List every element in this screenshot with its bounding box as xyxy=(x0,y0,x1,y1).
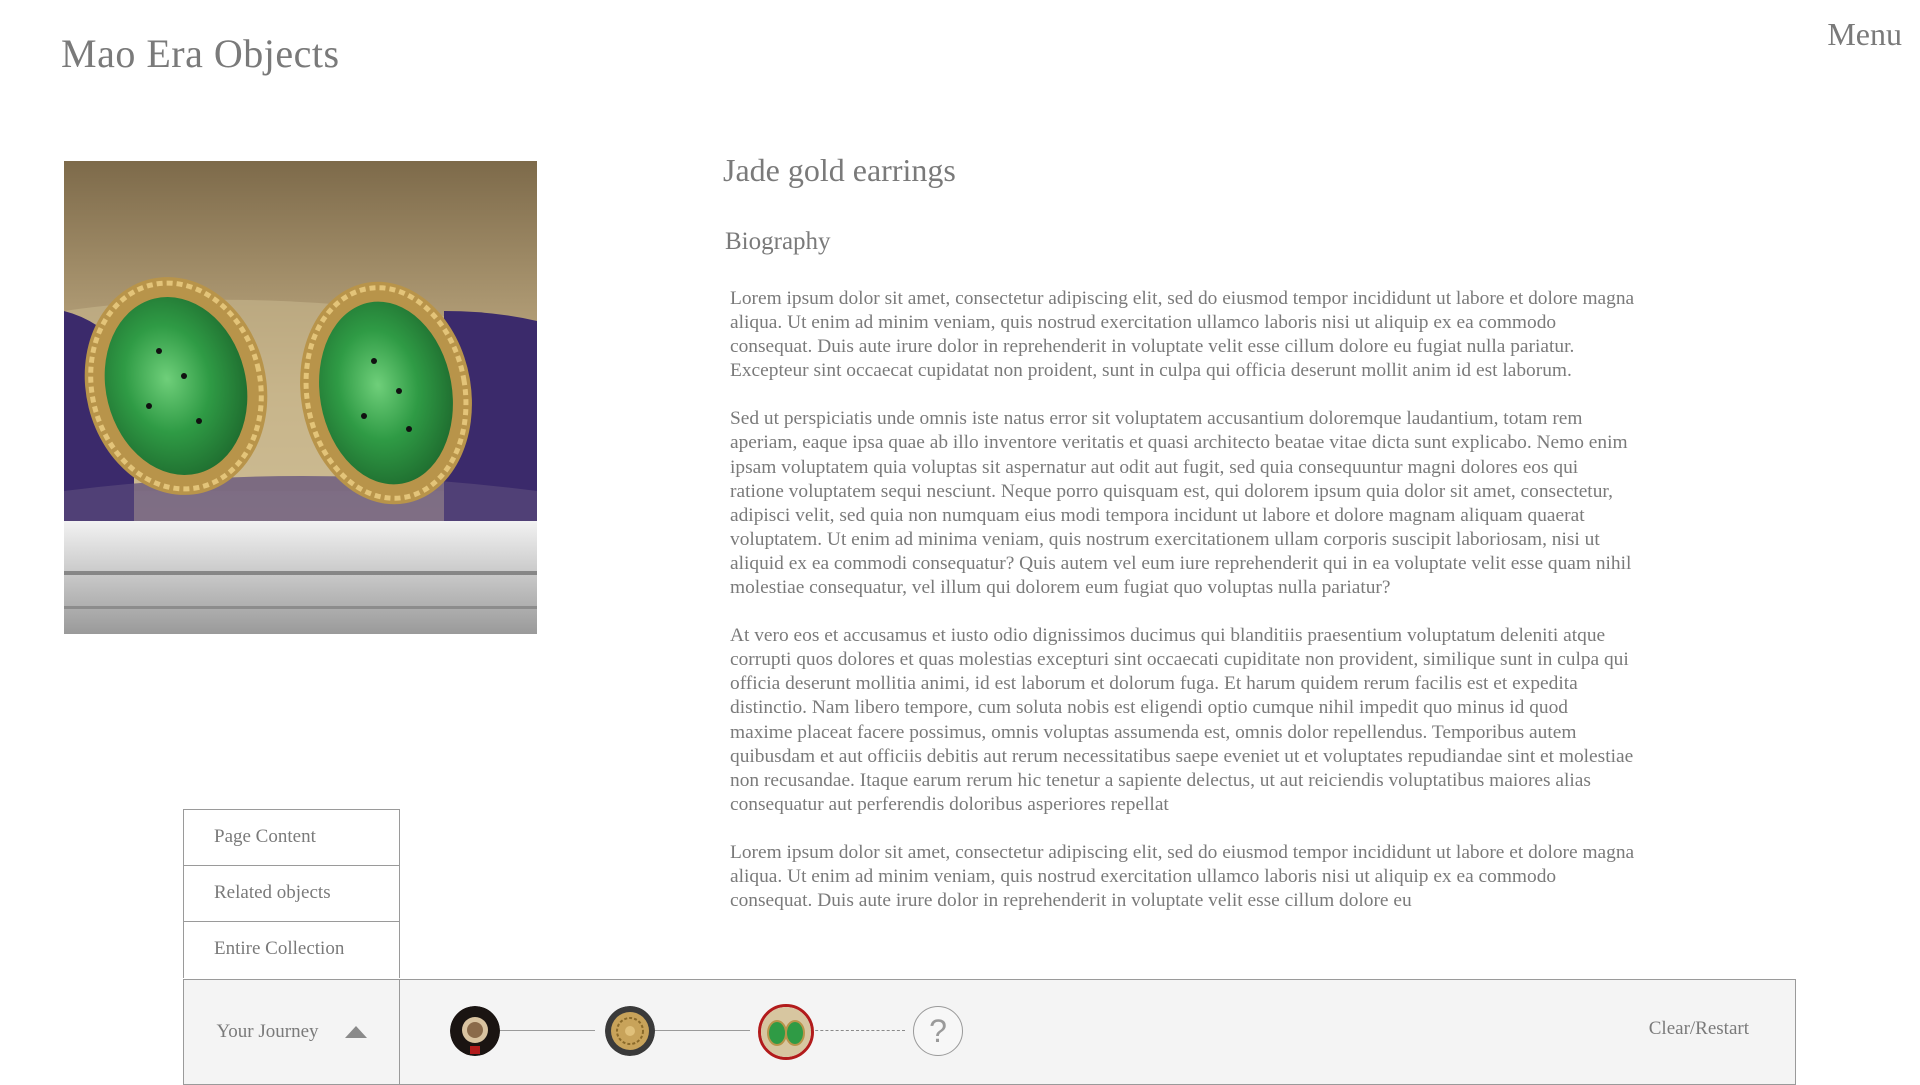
object-thumbnail-2 xyxy=(605,1006,655,1056)
journey-node-3[interactable] xyxy=(758,1004,814,1060)
journey-connector xyxy=(495,1030,595,1031)
nav-page-content[interactable]: Page Content xyxy=(184,810,399,866)
menu-button[interactable]: Menu xyxy=(1827,16,1902,53)
caret-up-icon xyxy=(344,1026,367,1038)
biography-paragraph: At vero eos et accusamus et iusto odio d… xyxy=(730,625,1634,815)
object-thumbnail-1 xyxy=(450,1006,500,1056)
biography-text[interactable]: Lorem ipsum dolor sit amet, consectetur … xyxy=(730,287,1635,980)
nav-related-objects[interactable]: Related objects xyxy=(184,866,399,922)
biography-paragraph: Lorem ipsum dolor sit amet, consectetur … xyxy=(730,288,1635,382)
biography-heading: Biography xyxy=(725,228,831,255)
side-nav: Page Content Related objects Entire Coll… xyxy=(183,809,400,978)
object-image xyxy=(64,161,537,634)
journey-node-1[interactable] xyxy=(450,1006,500,1056)
nav-entire-collection[interactable]: Entire Collection xyxy=(184,922,399,978)
object-title: Jade gold earrings xyxy=(723,152,956,188)
biography-paragraph: Lorem ipsum dolor sit amet, consectetur … xyxy=(730,841,1635,912)
journey-bar: Your Journey ? Clear/Restart xyxy=(183,979,1796,1085)
journey-connector xyxy=(650,1030,750,1031)
clear-restart-button[interactable]: Clear/Restart xyxy=(1649,1018,1749,1040)
biography-paragraph: Sed ut perspiciatis unde omnis iste natu… xyxy=(730,408,1632,599)
jade-gold-earrings-photo xyxy=(64,161,537,634)
journey-toggle[interactable]: Your Journey xyxy=(184,980,400,1084)
site-title[interactable]: Mao Era Objects xyxy=(61,30,340,77)
journey-next-placeholder-icon[interactable]: ? xyxy=(913,1006,963,1056)
journey-track: ? Clear/Restart xyxy=(400,980,1795,1084)
object-thumbnail-3 xyxy=(761,1007,811,1057)
journey-node-2[interactable] xyxy=(605,1006,655,1056)
journey-label: Your Journey xyxy=(216,1021,319,1042)
journey-connector-pending xyxy=(805,1030,905,1031)
